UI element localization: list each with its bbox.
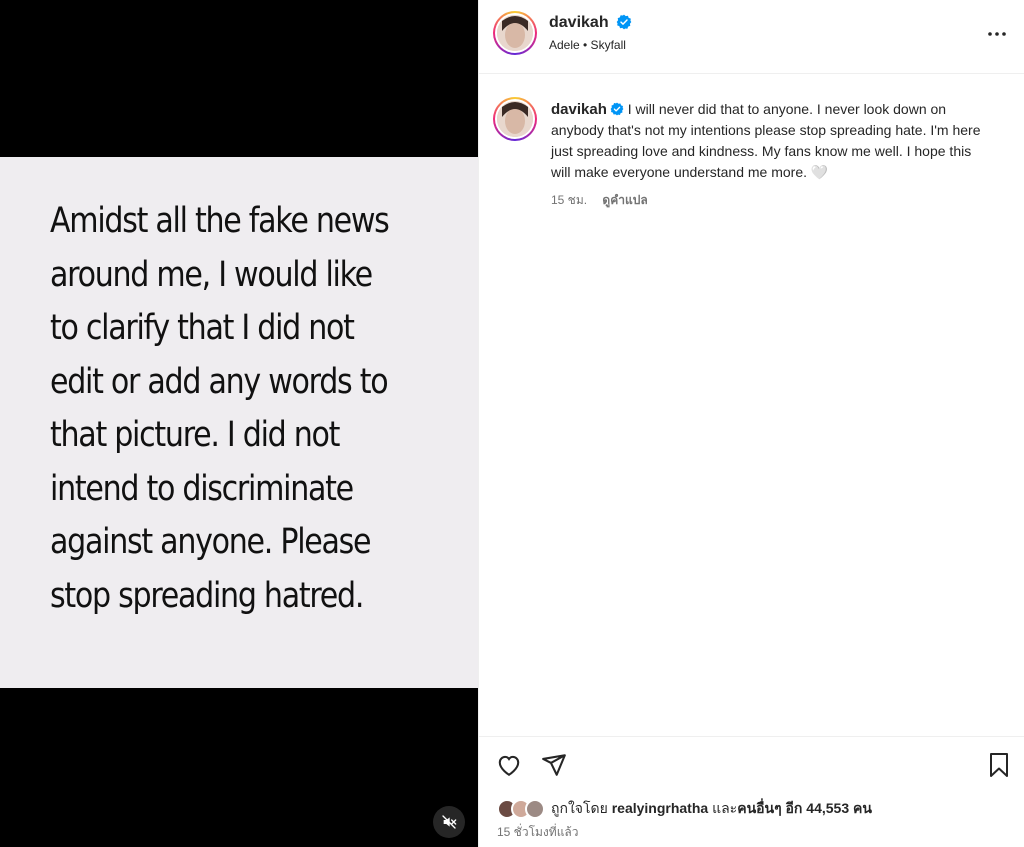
share-icon[interactable]: [541, 752, 567, 778]
speaker-muted-icon: [442, 815, 457, 829]
verified-badge-icon: [610, 102, 624, 116]
heart-icon[interactable]: [496, 752, 522, 778]
bookmark-icon[interactable]: [987, 752, 1011, 778]
avatar[interactable]: [493, 11, 537, 55]
post-media[interactable]: Amidst all the fake news around me, I wo…: [0, 0, 478, 847]
liker-avatar: [525, 799, 545, 819]
post-actions: ถูกใจโดย realyingrhatha และคนอื่นๆ อีก 4…: [479, 736, 1024, 847]
see-translation-link[interactable]: ดูคำแปล: [602, 193, 647, 207]
verified-badge-icon: [616, 14, 632, 30]
header-username[interactable]: davikah: [549, 14, 609, 32]
liked-by-user-link[interactable]: realyingrhatha: [612, 800, 708, 816]
post-view: Amidst all the fake news around me, I wo…: [0, 0, 1024, 847]
liked-by-row: ถูกใจโดย realyingrhatha และคนอื่นๆ อีก 4…: [497, 797, 872, 821]
post-time-ago[interactable]: 15 ชั่วโมงที่แล้ว: [497, 823, 579, 842]
caption-time: 15 ชม.: [551, 193, 588, 207]
liked-by-text: ถูกใจโดย realyingrhatha และคนอื่นๆ อีก 4…: [551, 798, 872, 820]
more-options-button[interactable]: [985, 22, 1009, 46]
caption-body: davikah I will never did that to anyone.…: [551, 99, 991, 183]
more-horizontal-icon: [988, 32, 1006, 36]
caption-meta: 15 ชม. ดูคำแปล: [551, 191, 648, 210]
post-details-panel: davikah Adele • Skyfall davikah I will n…: [478, 0, 1024, 847]
caption-username[interactable]: davikah: [551, 101, 607, 118]
audio-track-link[interactable]: Adele • Skyfall: [549, 38, 626, 52]
liked-by-and: และ: [712, 800, 738, 816]
media-statement-text: Amidst all the fake news around me, I wo…: [50, 201, 390, 616]
mute-button[interactable]: [433, 806, 465, 838]
post-header: davikah Adele • Skyfall: [479, 0, 1024, 74]
liked-by-prefix: ถูกใจโดย: [551, 800, 608, 816]
caption-avatar[interactable]: [493, 97, 537, 141]
liked-by-others-link[interactable]: คนอื่นๆ อีก 44,553 คน: [737, 800, 872, 816]
